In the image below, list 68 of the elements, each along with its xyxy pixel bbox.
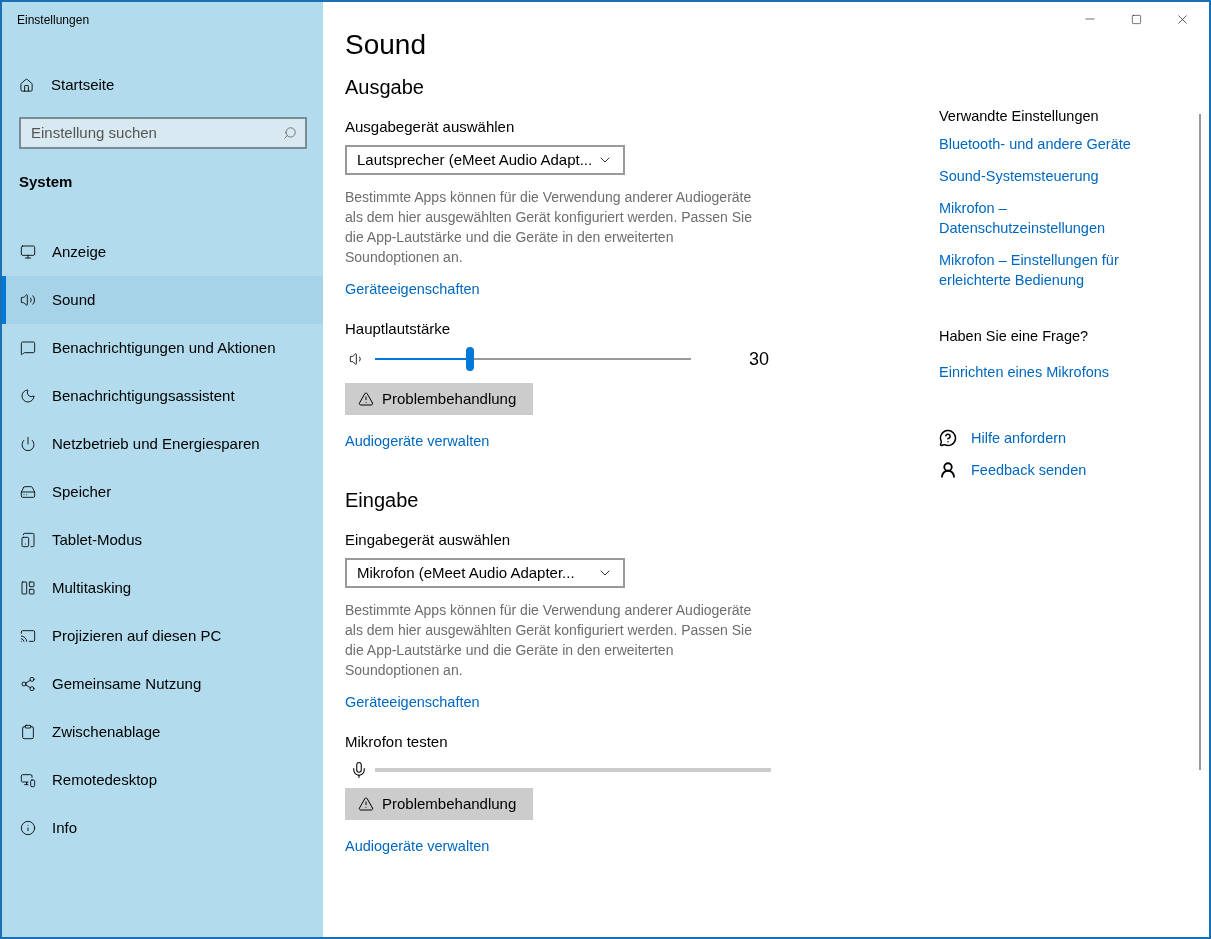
share-icon — [20, 676, 36, 692]
clipboard-icon — [20, 724, 36, 740]
related-link[interactable]: Mikrofon – Datenschutzeinstellungen — [939, 198, 1154, 238]
info-icon — [20, 820, 36, 836]
microphone-icon — [350, 761, 368, 779]
sidebar-item[interactable]: Tablet-Modus — [2, 516, 323, 564]
search-icon — [283, 125, 297, 140]
sidebar-item[interactable]: Remotedesktop — [2, 756, 323, 804]
help-icon — [939, 429, 957, 447]
related-link[interactable]: Sound-Systemsteuerung — [939, 166, 1154, 186]
sidebar-item[interactable]: Benachrichtigungsassistent — [2, 372, 323, 420]
monitor-icon — [20, 244, 36, 260]
troubleshoot-button[interactable]: Problembehandlung — [345, 383, 533, 415]
troubleshoot-button[interactable]: Problembehandlung — [345, 788, 533, 820]
scrollbar[interactable] — [1199, 114, 1201, 770]
sidebar-item[interactable]: Gemeinsame Nutzung — [2, 660, 323, 708]
power-icon — [20, 436, 36, 452]
sidebar-item[interactable]: Speicher — [2, 468, 323, 516]
home-item[interactable]: Startseite — [19, 74, 323, 97]
meter-label: Mikrofon testen — [345, 732, 449, 752]
description-text: Bestimmte Apps können für die Verwendung anderer Audiogeräte als dem hier ausgewählten Gerät konfiguriert werden. Passen Sie die App-Lautstärke und die Geräte in den erweiterten Soundoptionen an. — [345, 188, 753, 267]
remote-icon — [20, 772, 36, 788]
window-title: Einstellungen — [17, 12, 91, 28]
tablet-icon — [20, 532, 36, 548]
layout-icon — [20, 580, 36, 596]
related-heading: Verwandte Einstellungen — [939, 107, 1100, 126]
moon-icon — [20, 388, 36, 404]
volume-slider[interactable] — [375, 347, 691, 371]
projector-icon — [20, 628, 36, 644]
related-link[interactable]: Bluetooth- und andere Geräte — [939, 134, 1154, 154]
volume-value: 30 — [749, 347, 770, 371]
properties-link[interactable]: Geräteeigenschaften — [345, 692, 480, 712]
home-icon — [19, 77, 34, 93]
device-dropdown[interactable]: Lautsprecher (eMeet Audio Adapt... — [345, 145, 625, 175]
slider-thumb[interactable] — [465, 347, 474, 371]
device-dropdown[interactable]: Mikrofon (eMeet Audio Adapter... — [345, 558, 625, 588]
page-title: Sound — [345, 28, 427, 62]
help-link[interactable]: Feedback senden — [971, 460, 1087, 480]
speaker-icon — [20, 292, 36, 308]
warning-icon — [358, 796, 374, 812]
section-title: System — [19, 171, 74, 192]
person-icon — [939, 461, 957, 479]
question-heading: Haben Sie eine Frage? — [939, 327, 1090, 346]
section-heading: Ausgabe — [345, 75, 425, 100]
speech-bubble-icon — [20, 340, 36, 356]
field-label: Eingabegerät auswählen — [345, 530, 512, 550]
sidebar-item[interactable]: Zwischenablage — [2, 708, 323, 756]
related-link[interactable]: Mikrofon – Einstellungen für erleichterte Bedienung — [939, 250, 1154, 290]
help-article-link[interactable]: Einrichten eines Mikrofons — [939, 362, 1110, 382]
sidebar-item[interactable]: Netzbetrieb und Energiesparen — [2, 420, 323, 468]
sidebar-item[interactable]: Sound — [2, 276, 323, 324]
sidebar-item[interactable]: Projizieren auf diesen PC — [2, 612, 323, 660]
sidebar-item[interactable]: Info — [2, 804, 323, 852]
sidebar-item[interactable]: Multitasking — [2, 564, 323, 612]
drive-icon — [20, 484, 36, 500]
properties-link[interactable]: Geräteeigenschaften — [345, 279, 480, 299]
section-heading: Eingabe — [345, 488, 420, 513]
field-label: Ausgabegerät auswählen — [345, 117, 516, 137]
search-field[interactable]: Einstellung suchen — [19, 116, 307, 149]
manage-devices-link[interactable]: Audiogeräte verwalten — [345, 431, 490, 451]
warning-icon — [358, 391, 374, 407]
sidebar-item[interactable]: Benachrichtigungen und Aktionen — [2, 324, 323, 372]
description-text: Bestimmte Apps können für die Verwendung anderer Audiogeräte als dem hier ausgewählten Gerät konfiguriert werden. Passen Sie die App-Lautstärke und die Geräte in den erweiterten Soundoptionen an. — [345, 601, 753, 680]
help-link[interactable]: Hilfe anfordern — [971, 428, 1067, 448]
meter-label: Hauptlautstärke — [345, 319, 452, 339]
maximize-icon — [1130, 13, 1142, 25]
manage-devices-link[interactable]: Audiogeräte verwalten — [345, 836, 490, 856]
sidebar-item[interactable]: Anzeige — [2, 228, 323, 276]
